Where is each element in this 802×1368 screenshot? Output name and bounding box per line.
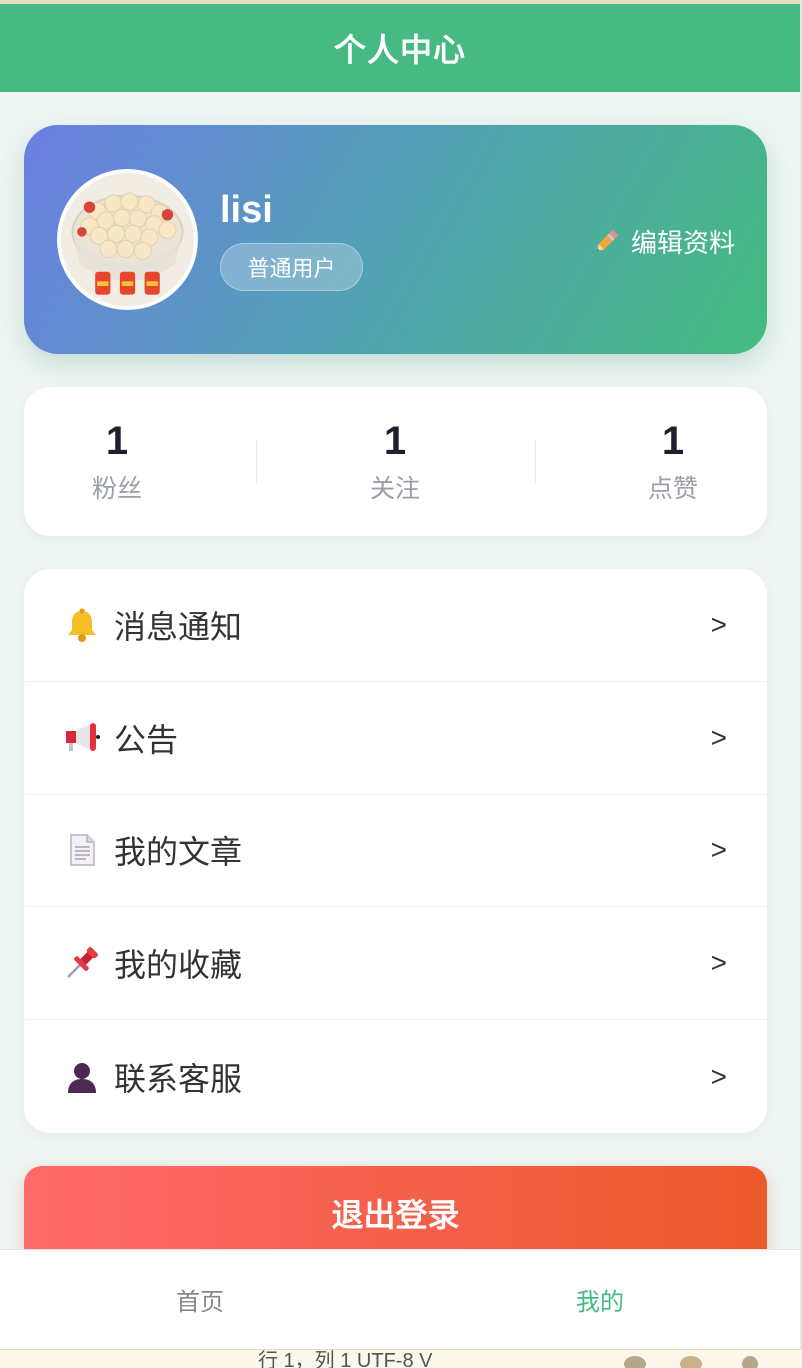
stats-card: 1 粉丝 1 关注 1 点赞 xyxy=(24,387,767,536)
chevron-right-icon: > xyxy=(710,608,727,640)
editor-statusbar: 行 1，列 1 UTF-8 V xyxy=(0,1349,802,1368)
stat-divider xyxy=(256,439,257,483)
tab-home-label: 首页 xyxy=(176,1289,224,1316)
stat-followers[interactable]: 1 粉丝 xyxy=(24,415,210,505)
megaphone-icon xyxy=(64,720,100,756)
statusbar-text: 行 1，列 1 UTF-8 V xyxy=(258,1350,433,1368)
bell-icon xyxy=(64,607,100,643)
stat-following-label: 关注 xyxy=(369,475,420,503)
page-header: 个人中心 xyxy=(0,4,800,92)
document-icon xyxy=(64,832,100,868)
menu-item-customer-service[interactable]: 联系客服 > xyxy=(24,1020,767,1133)
stat-followers-label: 粉丝 xyxy=(91,475,142,503)
status-icon[interactable] xyxy=(624,1356,646,1368)
menu-item-notifications[interactable]: 消息通知 > xyxy=(24,569,767,682)
menu-item-my-articles[interactable]: 我的文章 > xyxy=(24,795,767,908)
stat-followers-value: 1 xyxy=(105,419,129,463)
stat-likes-value: 1 xyxy=(661,419,685,463)
menu-item-label: 公告 xyxy=(114,721,179,758)
menu-item-my-favorites[interactable]: 我的收藏 > xyxy=(24,907,767,1021)
settings-icon[interactable] xyxy=(742,1356,758,1368)
chevron-right-icon: > xyxy=(710,721,727,753)
pencil-icon xyxy=(593,227,621,255)
stat-likes[interactable]: 1 点赞 xyxy=(580,415,766,505)
pushpin-icon xyxy=(64,945,100,981)
chevron-right-icon: > xyxy=(710,947,727,979)
profile-card: lisi 普通用户 编辑资料 xyxy=(24,125,767,354)
stat-likes-label: 点赞 xyxy=(647,475,698,503)
role-badge: 普通用户 xyxy=(220,243,363,291)
page-title: 个人中心 xyxy=(333,32,466,68)
menu-item-announcements[interactable]: 公告 > xyxy=(24,682,767,795)
person-icon xyxy=(64,1059,100,1095)
stat-divider xyxy=(535,439,536,483)
tab-mine-label: 我的 xyxy=(576,1289,624,1316)
bottom-tabbar: 首页 我的 xyxy=(0,1249,800,1349)
edit-profile-label: 编辑资料 xyxy=(630,227,735,258)
tab-mine[interactable]: 我的 xyxy=(400,1250,800,1349)
menu-item-label: 我的文章 xyxy=(114,834,243,871)
chevron-right-icon: > xyxy=(710,834,727,866)
stat-following-value: 1 xyxy=(383,419,407,463)
chevron-right-icon: > xyxy=(710,1060,727,1092)
menu-item-label: 联系客服 xyxy=(114,1060,243,1097)
tab-home[interactable]: 首页 xyxy=(0,1250,400,1349)
avatar[interactable] xyxy=(57,169,198,310)
menu-item-label: 我的收藏 xyxy=(114,947,243,984)
logout-label: 退出登录 xyxy=(331,1197,460,1233)
status-icon[interactable] xyxy=(680,1356,702,1368)
menu-item-label: 消息通知 xyxy=(114,608,243,645)
stat-following[interactable]: 1 关注 xyxy=(302,415,488,505)
avatar-image xyxy=(61,173,194,306)
edit-profile-button[interactable]: 编辑资料 xyxy=(593,221,735,261)
username: lisi xyxy=(220,189,273,231)
menu-list: 消息通知 > 公告 > 我的文章 > 我的收藏 > 联系客服 > xyxy=(24,569,767,1133)
